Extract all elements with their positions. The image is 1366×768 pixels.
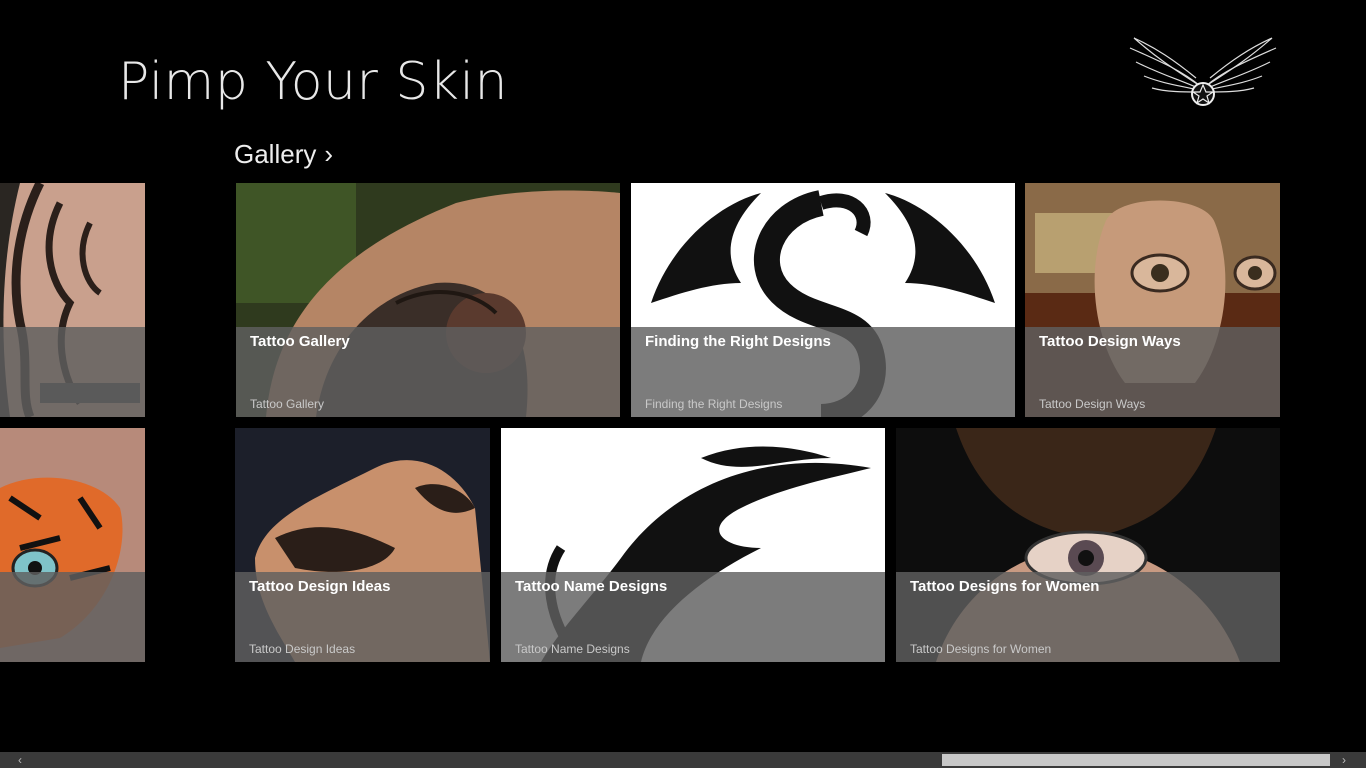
- tile-subtitle: Tattoo Name Designs: [515, 642, 630, 656]
- gallery-tile-tattoo-design-ways[interactable]: Tattoo Design Ways Tattoo Design Ways: [1025, 183, 1280, 417]
- scroll-right-arrow-icon[interactable]: ›: [1336, 752, 1352, 768]
- gallery-section-title: Gallery: [234, 139, 317, 169]
- tile-title: Tattoo Designs for Women: [910, 578, 1100, 595]
- gallery-tile-tattoo-design-ideas[interactable]: Tattoo Design Ideas Tattoo Design Ideas: [235, 428, 490, 662]
- tile-title: Tattoo Design Ways: [1039, 333, 1181, 350]
- gallery-tile-finding-right-designs[interactable]: Finding the Right Designs Finding the Ri…: [631, 183, 1015, 417]
- tile-title: Tattoo Design Ideas: [249, 578, 391, 595]
- winged-pentagram-logo: [1129, 37, 1277, 106]
- horizontal-scrollbar[interactable]: ‹ ›: [0, 752, 1366, 768]
- gallery-tile-tiger[interactable]: [0, 428, 145, 662]
- chevron-right-icon: ›: [324, 139, 334, 169]
- app-title: Pimp Your Skin: [118, 52, 508, 112]
- gallery-tile-tattoo-designs-women[interactable]: Tattoo Designs for Women Tattoo Designs …: [896, 428, 1280, 662]
- tile-subtitle: Tattoo Design Ideas: [249, 642, 356, 656]
- gallery-tile-tattoo-gallery[interactable]: Tattoo Gallery Tattoo Gallery: [236, 183, 620, 417]
- scroll-left-arrow-icon[interactable]: ‹: [12, 752, 28, 768]
- tile-subtitle: Tattoo Designs for Women: [910, 642, 1052, 656]
- scrollbar-thumb[interactable]: [942, 754, 1330, 766]
- tile-subtitle: Finding the Right Designs: [645, 397, 783, 411]
- tile-subtitle: Tattoo Design Ways: [1039, 397, 1146, 411]
- gallery-tile-tribal-torso[interactable]: [0, 183, 145, 417]
- tile-title: Tattoo Gallery: [250, 333, 350, 350]
- gallery-section-header[interactable]: Gallery ›: [234, 138, 333, 170]
- gallery-tile-tattoo-name-designs[interactable]: Tattoo Name Designs Tattoo Name Designs: [501, 428, 885, 662]
- tile-subtitle: Tattoo Gallery: [250, 397, 325, 411]
- tile-title: Tattoo Name Designs: [515, 578, 668, 595]
- tile-title: Finding the Right Designs: [645, 333, 831, 350]
